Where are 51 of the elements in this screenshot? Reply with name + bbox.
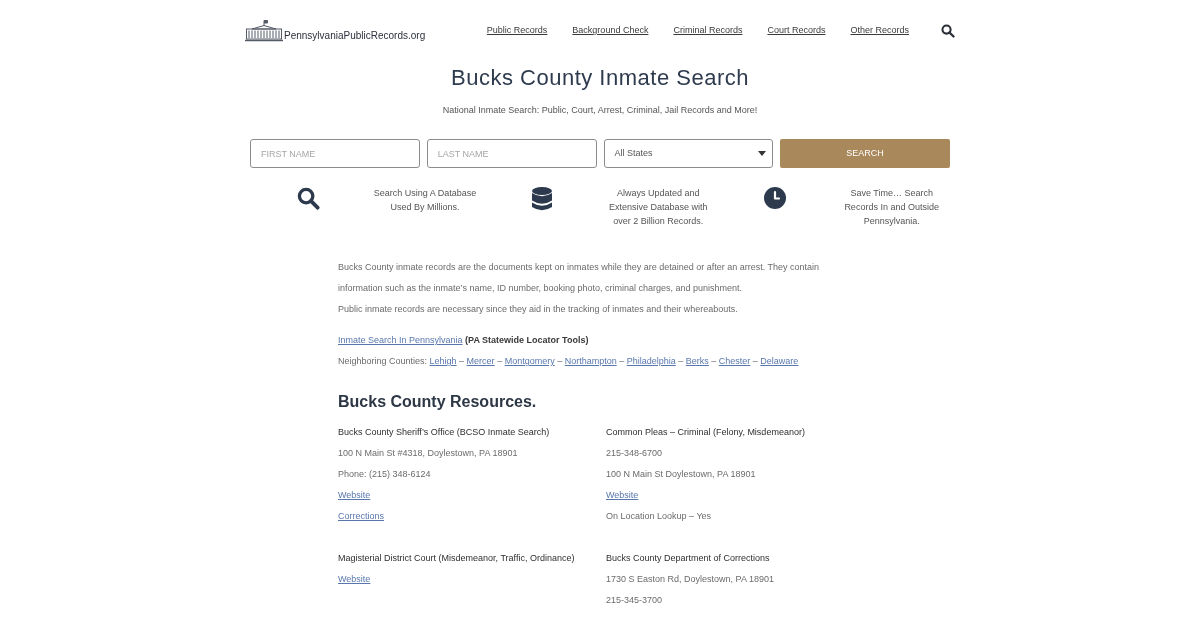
county-link[interactable]: Delaware: [760, 356, 799, 366]
inmate-search-link[interactable]: Inmate Search In Pennsylvania: [338, 335, 463, 345]
county-link[interactable]: Philadelphia: [626, 356, 676, 366]
feature-text: Always Updated and Extensive Database with over 2 Billion Records.: [608, 187, 709, 228]
county-link[interactable]: Northampton: [564, 356, 617, 366]
nav-link[interactable]: Criminal Records: [673, 24, 743, 38]
resource-detail: 100 N Main St #4318, Doylestown, PA 18901: [338, 447, 518, 460]
last-name-field[interactable]: LAST NAME: [426, 139, 597, 168]
header-search-button[interactable]: [941, 24, 955, 38]
locator-line: Inmate Search In Pennsylvania (PA Statewide Locator Tools): [338, 334, 590, 347]
county-link[interactable]: Berks: [685, 356, 709, 366]
site-logo-link[interactable]: PennsylvaniaPublicRecords.org: [245, 20, 426, 42]
database-icon: [531, 187, 552, 211]
resource-title: Bucks County Sheriff’s Office (BCSO Inmate Search): [338, 426, 550, 439]
search-button[interactable]: SEARCH: [780, 139, 950, 168]
resource-link[interactable]: Website: [338, 569, 371, 590]
resource-link[interactable]: Corrections: [338, 506, 384, 527]
feature-text: Save Time… Search Records In and Outside Pennsylvania.: [843, 187, 940, 228]
neighboring-counties-line: Neighboring Counties: Lehigh – Mercer – Montgomery – Northampton – Philadelphia – Berks – Chester – Delaware: [338, 355, 800, 368]
first-name-field[interactable]: FIRST NAME: [250, 139, 420, 168]
section-heading: Bucks County Resources.: [338, 392, 538, 412]
resource-detail: 215-348-6700: [606, 447, 663, 460]
nav-link[interactable]: Background Check: [572, 24, 649, 38]
resource-title: Common Pleas – Criminal (Felony, Misdemeanor): [606, 426, 805, 439]
clock-icon: [764, 187, 786, 209]
caret-icon: [758, 151, 767, 156]
resource-detail: 215-345-3700: [606, 594, 663, 607]
search-icon: [296, 187, 320, 210]
resource-title: Bucks County Department of Corrections: [606, 552, 770, 565]
resource-detail: On Location Lookup – Yes: [606, 510, 712, 523]
resource-detail: 1730 S Easton Rd, Doylestown, PA 18901: [606, 573, 774, 586]
feature-text: Search Using A Database Used By Millions.: [372, 187, 478, 214]
nav-link[interactable]: Other Records: [850, 24, 909, 38]
nav-link[interactable]: Court Records: [767, 24, 826, 38]
page-title: Bucks County Inmate Search: [450, 64, 750, 92]
intro-paragraph: Public inmate records are necessary since they aid in the tracking of inmates and their whereabouts.: [338, 303, 739, 316]
resource-link[interactable]: Website: [606, 485, 639, 506]
page-subtitle: National Inmate Search: Public, Court, Arrest, Criminal, Jail Records and More!: [441, 104, 759, 117]
search-icon: [941, 24, 955, 38]
resource-detail: Phone: (215) 348-6124: [338, 468, 431, 481]
state-select[interactable]: All States: [603, 139, 774, 168]
resource-link[interactable]: Website: [338, 485, 371, 506]
county-link[interactable]: Mercer: [466, 356, 495, 366]
county-link[interactable]: Chester: [718, 356, 751, 366]
capitol-building-icon: [245, 20, 283, 42]
county-link[interactable]: Lehigh: [429, 356, 457, 366]
nav-link[interactable]: Public Records: [486, 24, 548, 38]
intro-paragraph: Bucks County inmate records are the documents kept on inmates while they are detained or after an arrest. They contain information such as the inmate’s name, ID number, booking photo, criminal charges, and punishment.: [338, 261, 821, 295]
county-link[interactable]: Montgomery: [504, 356, 555, 366]
resource-title: Magisterial District Court (Misdemeanor, Traffic, Ordinance): [338, 552, 575, 565]
resource-detail: 100 N Main St Doylestown, PA 18901: [606, 468, 756, 481]
